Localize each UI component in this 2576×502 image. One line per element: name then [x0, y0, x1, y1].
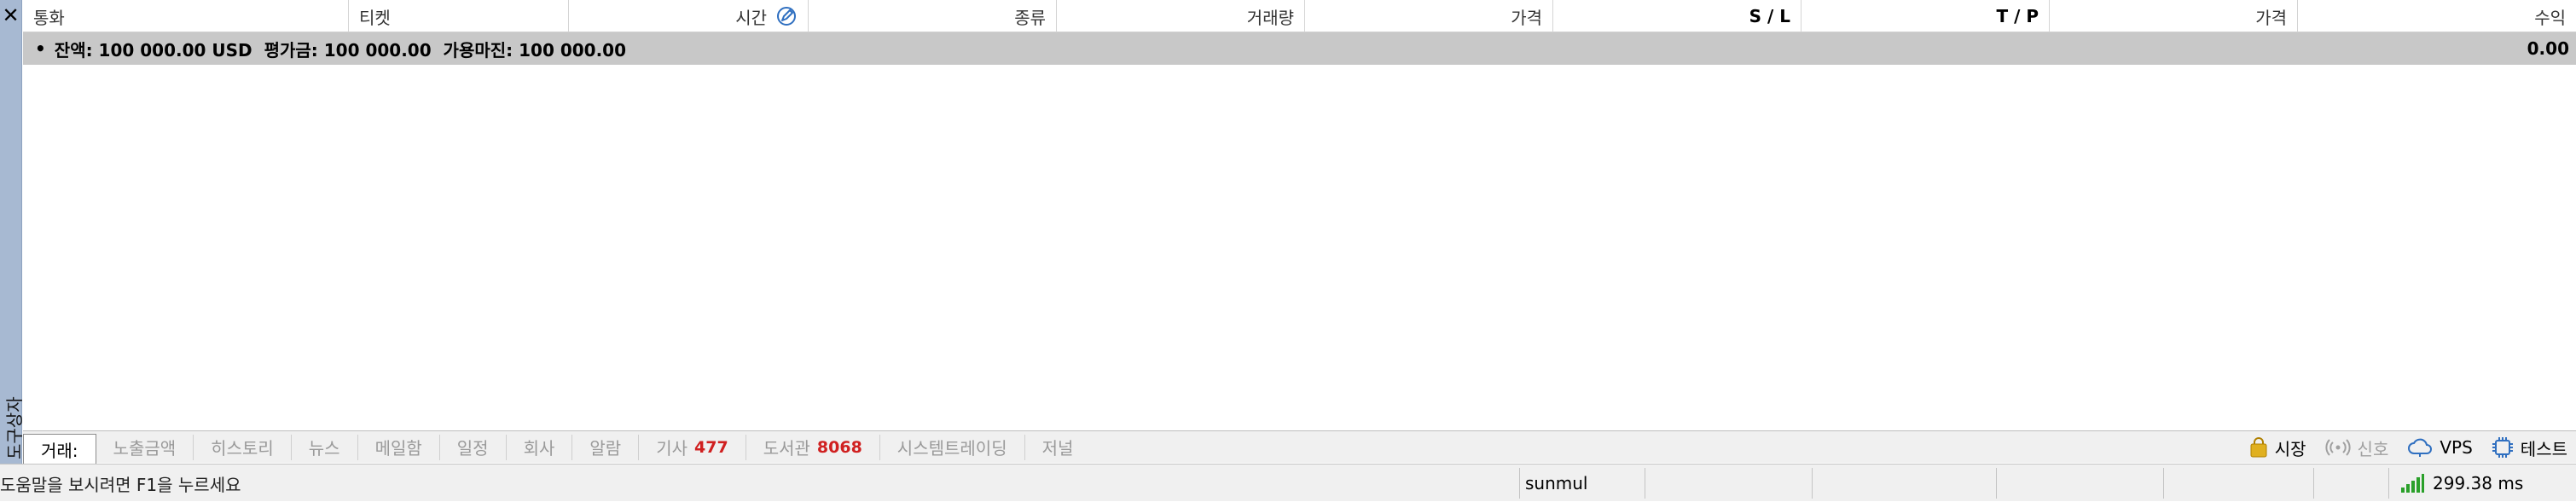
signal-broadcast-icon [2325, 439, 2351, 456]
status-divider [1519, 468, 1520, 499]
close-button[interactable]: ✕ [0, 0, 21, 31]
column-header-sl[interactable]: S / L [1553, 0, 1801, 32]
balance-summary-text: 잔액: 100 000.00 USD 평가금: 100 000.00 가용마진:… [54, 39, 627, 61]
column-header-ticket[interactable]: 티켓 [349, 0, 569, 32]
status-profile-name: sunmul [1525, 473, 1588, 493]
toolbox-label: 도구상자 [4, 396, 25, 459]
connection-status[interactable]: 299.38 ms [2400, 464, 2523, 502]
tester-button[interactable]: 테스트 [2492, 436, 2567, 460]
edit-icon[interactable] [775, 5, 798, 27]
column-header-current-price[interactable]: 가격 [2050, 0, 2298, 32]
trade-table-header: 통화 티켓 시간 종류 거래량 가격 S / L T / P 가격 수익 [23, 0, 2576, 32]
cloud-icon [2408, 438, 2433, 457]
tab-exposure[interactable]: 노출금액 [96, 434, 194, 460]
tab-calendar[interactable]: 일정 [440, 434, 507, 460]
toolbox-side-strip[interactable]: ✕ 도구상자 [0, 0, 25, 501]
column-header-time[interactable]: 시간 [569, 0, 809, 32]
tab-mailbox[interactable]: 메일함 [358, 434, 440, 460]
tab-articles[interactable]: 기사 477 [639, 434, 746, 460]
signals-button[interactable]: 신호 [2325, 436, 2388, 460]
tab-journal[interactable]: 저널 [1025, 435, 1091, 460]
summary-bullet: • [35, 38, 46, 59]
column-header-type[interactable]: 종류 [809, 0, 1057, 32]
vps-button[interactable]: VPS [2407, 437, 2473, 458]
balance-summary-row[interactable]: • 잔액: 100 000.00 USD 평가금: 100 000.00 가용마… [23, 32, 2576, 65]
codebase-count-badge: 8068 [816, 437, 862, 457]
close-icon[interactable]: ✕ [2, 3, 19, 27]
column-header-volume[interactable]: 거래량 [1057, 0, 1305, 32]
tab-history[interactable]: 히스토리 [194, 434, 292, 460]
status-help-text: 도움말을 보시려면 F1을 누르세요 [0, 474, 241, 495]
total-profit: 0.00 [2527, 38, 2569, 59]
market-button[interactable]: 시장 [2249, 436, 2306, 460]
tab-experts[interactable]: 시스템트레이딩 [880, 434, 1025, 460]
articles-count-badge: 477 [694, 437, 728, 457]
column-header-profit[interactable]: 수익 [2298, 0, 2576, 32]
market-bag-icon [2250, 437, 2267, 458]
column-header-tp[interactable]: T / P [1801, 0, 2050, 32]
status-divider [2163, 468, 2164, 499]
tab-bar-right-tools: 시장 신호 VPS 테스트 [2231, 431, 2567, 464]
status-divider [1812, 468, 1813, 499]
tab-alerts[interactable]: 알람 [572, 434, 640, 460]
ping-value: 299.38 ms [2433, 473, 2524, 493]
column-header-symbol[interactable]: 통화 [23, 0, 349, 32]
tab-company[interactable]: 회사 [507, 434, 573, 460]
tab-code-base[interactable]: 도서관 8068 [746, 434, 880, 460]
status-divider [2388, 468, 2389, 499]
terminal-tab-bar: 거래: 노출금액 히스토리 뉴스 메일함 일정 회사 알람 기사 477 도서관 8… [23, 430, 2576, 464]
column-header-price[interactable]: 가격 [1305, 0, 1553, 32]
status-divider [1996, 468, 1997, 499]
status-divider [2313, 468, 2314, 499]
tab-trade[interactable]: 거래: [23, 434, 96, 464]
chip-icon [2492, 437, 2513, 458]
tab-news[interactable]: 뉴스 [292, 434, 358, 460]
signal-strength-icon [2401, 474, 2424, 493]
status-bar: 도움말을 보시려면 F1을 누르세요 sunmul 299.38 ms [0, 464, 2576, 501]
